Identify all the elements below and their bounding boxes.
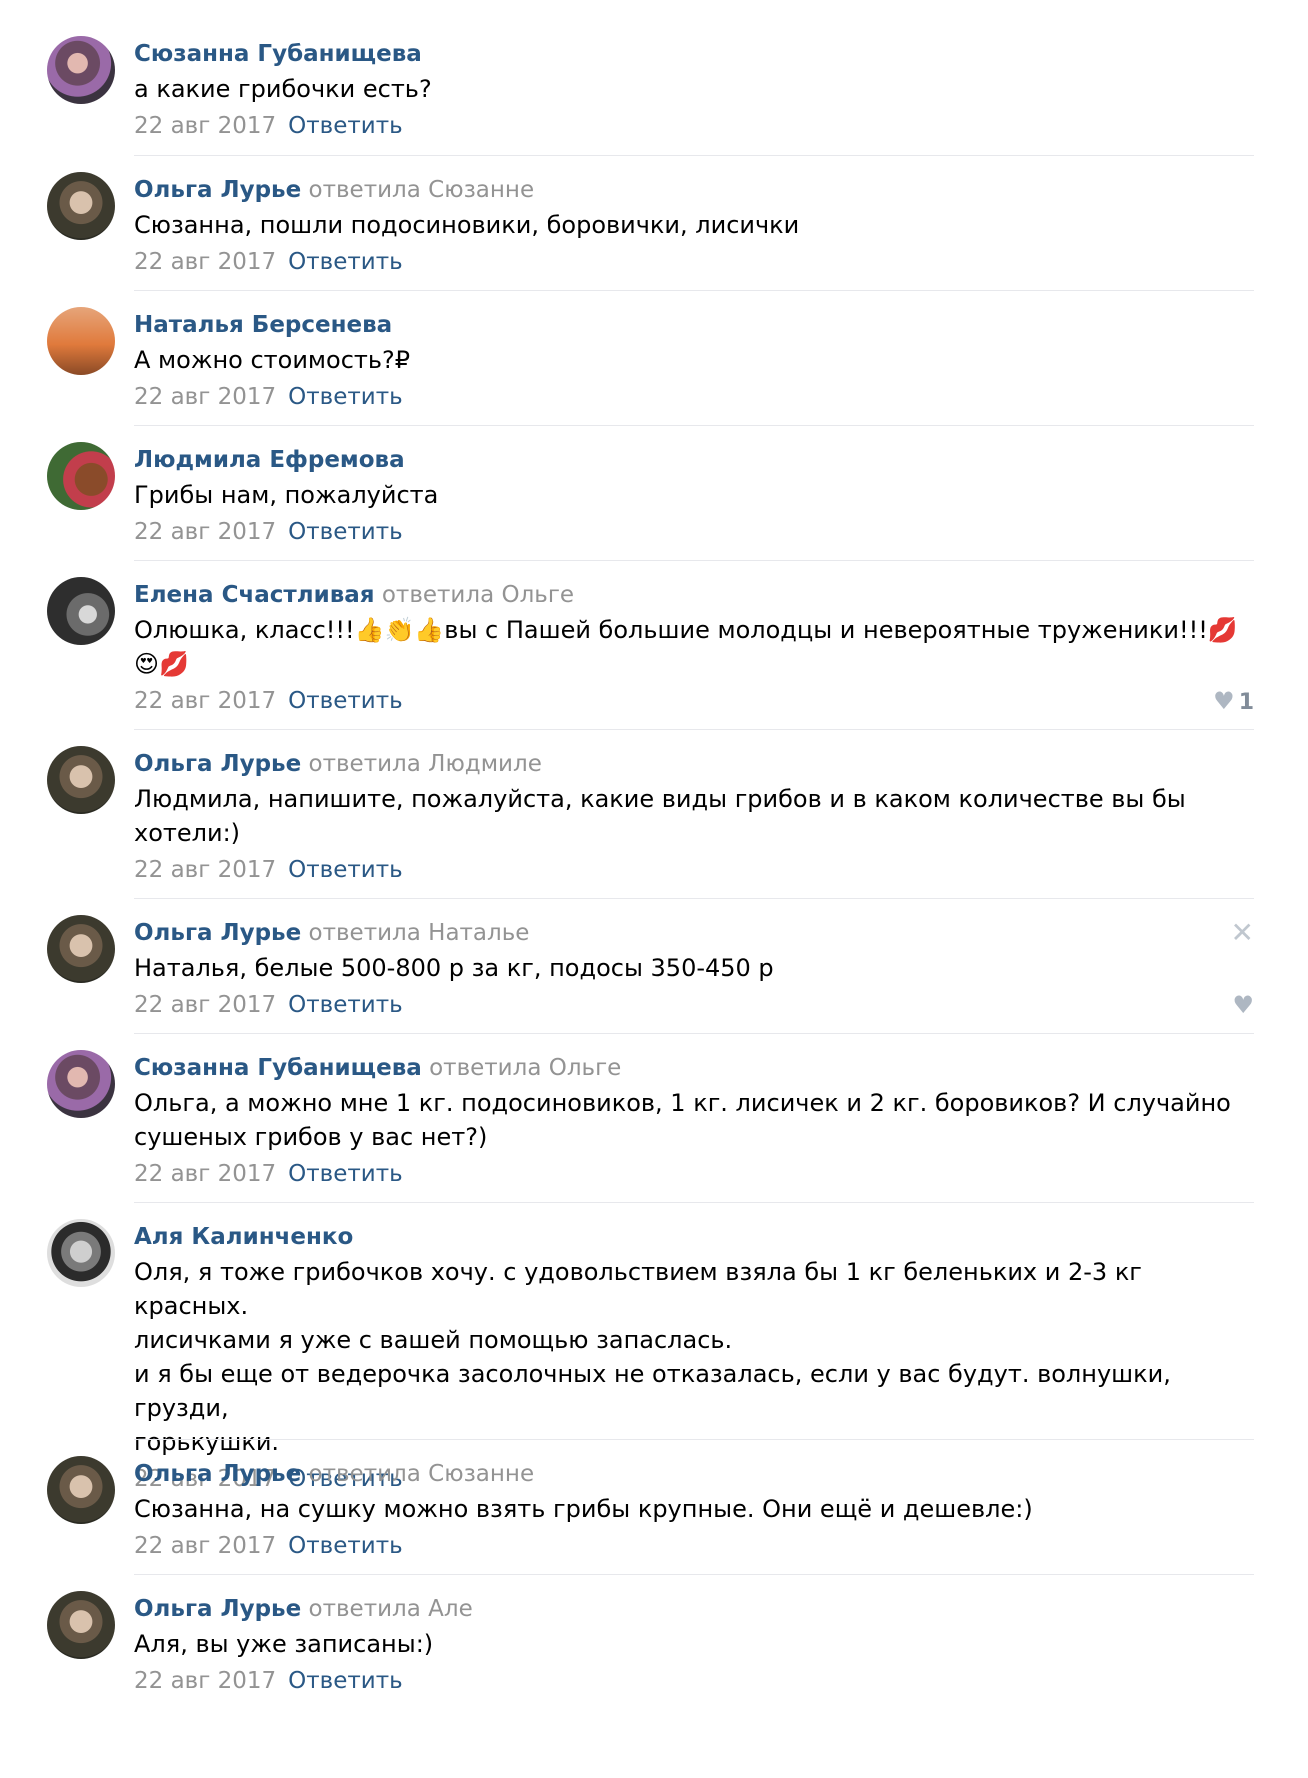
- avatar[interactable]: [47, 915, 115, 983]
- reply-button[interactable]: Ответить: [288, 1533, 403, 1559]
- avatar[interactable]: [47, 1591, 115, 1659]
- reply-to-label[interactable]: ответила Наталье: [309, 920, 530, 946]
- reply-button[interactable]: Ответить: [288, 384, 403, 410]
- reply-button[interactable]: Ответить: [288, 519, 403, 545]
- divider: [134, 1574, 1254, 1575]
- avatar[interactable]: [47, 746, 115, 814]
- avatar[interactable]: [47, 36, 115, 104]
- comment-date[interactable]: 22 авг 2017: [134, 857, 276, 883]
- reply-button[interactable]: Ответить: [288, 992, 403, 1018]
- author-name[interactable]: Ольга Лурье: [134, 1461, 301, 1487]
- avatar[interactable]: [47, 1219, 115, 1287]
- comment-date[interactable]: 22 авг 2017: [134, 519, 276, 545]
- author-name[interactable]: Наталья Берсенева: [134, 312, 392, 338]
- reply-to-label[interactable]: ответила Але: [309, 1596, 473, 1622]
- comment-date[interactable]: 22 авг 2017: [134, 992, 276, 1018]
- comment-text: Сюзанна, пошли подосиновики, боровички, …: [134, 211, 800, 239]
- avatar[interactable]: [47, 1050, 115, 1118]
- reply-button[interactable]: Ответить: [288, 857, 403, 883]
- comment-date[interactable]: 22 авг 2017: [134, 113, 276, 139]
- comment-date[interactable]: 22 авг 2017: [134, 1533, 276, 1559]
- divider: [134, 1439, 1254, 1440]
- reply-to-label[interactable]: ответила Сюзанне: [309, 1461, 535, 1487]
- divider: [134, 560, 1254, 561]
- divider: [134, 290, 1254, 291]
- reply-to-label[interactable]: ответила Людмиле: [309, 751, 542, 777]
- reply-button[interactable]: Ответить: [288, 688, 403, 714]
- comment-text: Грибы нам, пожалуйста: [134, 481, 439, 509]
- comment-text: Ольга, а можно мне 1 кг. подосиновиков, …: [134, 1089, 1231, 1151]
- reply-to-label[interactable]: ответила Сюзанне: [309, 177, 535, 203]
- author-name[interactable]: Людмила Ефремова: [134, 447, 405, 473]
- comment-text: Людмила, напишите, пожалуйста, какие вид…: [134, 785, 1186, 847]
- comment-date[interactable]: 22 авг 2017: [134, 688, 276, 714]
- comment-text: а какие грибочки есть?: [134, 75, 432, 103]
- author-name[interactable]: Ольга Лурье: [134, 1596, 301, 1622]
- reply-to-label[interactable]: ответила Ольге: [382, 582, 574, 608]
- close-icon[interactable]: ✕: [1231, 915, 1254, 951]
- author-name[interactable]: Ольга Лурье: [134, 920, 301, 946]
- reply-button[interactable]: Ответить: [288, 1668, 403, 1694]
- comment-text: Оля, я тоже грибочков хочу. с удовольств…: [134, 1258, 1171, 1456]
- like-button[interactable]: ♥ 1: [1213, 683, 1254, 721]
- comment-date[interactable]: 22 авг 2017: [134, 249, 276, 275]
- avatar[interactable]: [47, 1456, 115, 1524]
- comment-date[interactable]: 22 авг 2017: [134, 1668, 276, 1694]
- like-button[interactable]: ♥: [1232, 987, 1254, 1023]
- comment-text: Олюшка, класс!!!👍👏👍вы с Пашей большие мо…: [134, 616, 1238, 678]
- avatar[interactable]: [47, 307, 115, 375]
- comment-text: Аля, вы уже записаны:): [134, 1630, 434, 1658]
- divider: [134, 1033, 1254, 1034]
- avatar[interactable]: [47, 577, 115, 645]
- reply-button[interactable]: Ответить: [288, 1161, 403, 1187]
- reply-button[interactable]: Ответить: [288, 249, 403, 275]
- avatar[interactable]: [47, 442, 115, 510]
- comment-text: Наталья, белые 500-800 р за кг, подосы 3…: [134, 954, 774, 982]
- comment-text: Сюзанна, на сушку можно взять грибы круп…: [134, 1495, 1033, 1523]
- reply-button[interactable]: Ответить: [288, 113, 403, 139]
- divider: [134, 729, 1254, 730]
- divider: [134, 425, 1254, 426]
- divider: [134, 898, 1254, 899]
- divider: [134, 1202, 1254, 1203]
- author-name[interactable]: Аля Калинченко: [134, 1224, 353, 1250]
- like-count: 1: [1238, 690, 1254, 715]
- author-name[interactable]: Ольга Лурье: [134, 177, 301, 203]
- avatar[interactable]: [47, 172, 115, 240]
- author-name[interactable]: Ольга Лурье: [134, 751, 301, 777]
- author-name[interactable]: Сюзанна Губанищева: [134, 1055, 422, 1081]
- reply-to-label[interactable]: ответила Ольге: [429, 1055, 621, 1081]
- comment-date[interactable]: 22 авг 2017: [134, 1161, 276, 1187]
- author-name[interactable]: Сюзанна Губанищева: [134, 41, 422, 67]
- heart-icon: ♥: [1232, 991, 1254, 1019]
- comment-text: А можно стоимость?₽: [134, 346, 411, 374]
- comment-date[interactable]: 22 авг 2017: [134, 384, 276, 410]
- heart-icon: ♥: [1213, 687, 1235, 715]
- divider: [134, 155, 1254, 156]
- author-name[interactable]: Елена Счастливая: [134, 582, 375, 608]
